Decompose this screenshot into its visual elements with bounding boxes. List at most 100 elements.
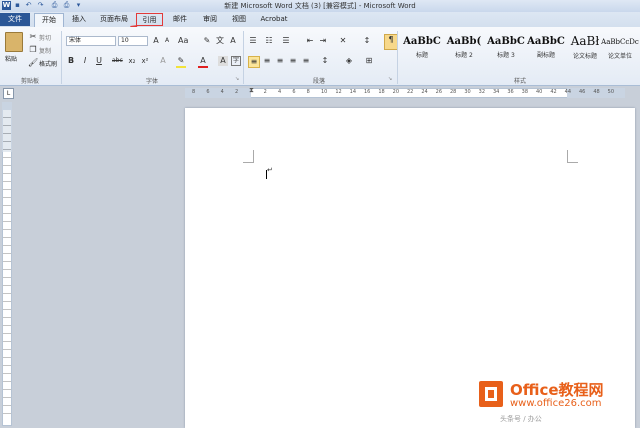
- multilevel-list-icon[interactable]: ☰: [281, 36, 291, 46]
- ruler-tick-label: 6: [292, 89, 296, 95]
- title-bar: 新建 Microsoft Word 文档 (3) [兼容模式] - Micros…: [0, 0, 640, 12]
- ruler-tick-label: 6: [206, 89, 210, 95]
- ruler-tick-label: 4: [220, 89, 224, 95]
- window-title: 新建 Microsoft Word 文档 (3) [兼容模式] - Micros…: [224, 2, 416, 10]
- tab-selector-icon[interactable]: L: [3, 88, 14, 99]
- tab-acrobat[interactable]: Acrobat: [256, 13, 292, 26]
- print-preview-icon[interactable]: ⎙: [50, 1, 59, 10]
- crop-mark-top-left: [243, 150, 254, 163]
- char-border-icon[interactable]: A: [228, 36, 238, 46]
- distributed-icon[interactable]: ≡: [301, 56, 311, 66]
- highlight-icon[interactable]: ✎: [176, 56, 186, 68]
- superscript-button[interactable]: x²: [140, 56, 150, 66]
- ruler-tick-label: 48: [593, 89, 600, 95]
- ruler-tick-label: 50: [607, 89, 615, 95]
- tab-home[interactable]: 开始: [34, 13, 64, 27]
- watermark-caption: 头条号 / 办公: [500, 415, 542, 423]
- save-icon[interactable]: ▪: [13, 1, 22, 10]
- style-item[interactable]: AaBbC 标题: [400, 32, 444, 62]
- align-right-icon[interactable]: ≡: [275, 56, 285, 66]
- ruler-tick-label: 42: [550, 89, 557, 95]
- tab-review[interactable]: 审阅: [197, 13, 223, 26]
- font-color-icon[interactable]: A: [198, 56, 208, 68]
- font-name-combo[interactable]: 宋体: [66, 36, 116, 46]
- tab-file[interactable]: 文件: [0, 13, 30, 26]
- ruler-tick-label: 30: [464, 89, 471, 95]
- line-spacing-icon[interactable]: ↕: [320, 56, 330, 66]
- clear-format-icon[interactable]: ✎: [202, 36, 212, 46]
- ruler-tick-label: 4: [278, 89, 282, 95]
- shading-icon[interactable]: ◈: [344, 56, 354, 66]
- cut-button[interactable]: 剪切: [39, 33, 51, 42]
- redo-icon[interactable]: ↷: [36, 1, 45, 10]
- borders-icon[interactable]: ⊞: [364, 56, 374, 66]
- font-size-combo[interactable]: 10: [118, 36, 148, 46]
- show-marks-icon[interactable]: ¶: [384, 34, 398, 50]
- style-item[interactable]: AaBbC 副标题: [524, 32, 568, 62]
- ruler-tick-label: 36: [507, 89, 514, 95]
- copy-button[interactable]: 复制: [39, 46, 51, 55]
- clipboard-group-label: 剪贴板: [20, 78, 39, 85]
- ruler-tick-label: 26: [435, 89, 443, 95]
- ruler-tick-label: 20: [392, 89, 400, 95]
- ruler-tick-label: 32: [478, 89, 486, 95]
- enclose-char-icon[interactable]: 字: [231, 56, 241, 66]
- font-group-label: 字体: [145, 78, 158, 85]
- ruler-tick-label: 44: [564, 89, 572, 95]
- strikethrough-button[interactable]: abc: [112, 56, 123, 66]
- ruler-tick-label: 24: [421, 89, 428, 95]
- tab-mailings[interactable]: 邮件: [167, 13, 193, 26]
- customize-icon[interactable]: ▾: [74, 1, 83, 10]
- grow-font-icon[interactable]: A: [151, 36, 161, 46]
- text-cursor: [266, 170, 267, 179]
- paste-icon[interactable]: [5, 32, 23, 52]
- justify-icon[interactable]: ≡: [288, 56, 298, 66]
- shrink-font-icon[interactable]: A: [162, 36, 172, 46]
- align-left-icon[interactable]: ≡: [248, 56, 260, 68]
- ruler-tick-label: 22: [407, 89, 414, 95]
- change-case-icon[interactable]: Aa: [178, 36, 188, 46]
- text-effects-icon[interactable]: A: [158, 56, 168, 66]
- increase-indent-icon[interactable]: ⇥: [318, 36, 328, 46]
- style-item[interactable]: AaBb( 标题 2: [442, 32, 486, 62]
- style-item[interactable]: AaBbC 标题 3: [484, 32, 528, 62]
- format-painter-button[interactable]: 格式刷: [39, 59, 57, 68]
- subscript-button[interactable]: x₂: [127, 56, 137, 66]
- styles-group-label: 样式: [513, 78, 526, 85]
- print-icon[interactable]: ⎙: [62, 1, 71, 10]
- bullets-icon[interactable]: ☰: [248, 36, 258, 46]
- format-painter-icon[interactable]: 🖌: [28, 58, 38, 68]
- bold-button[interactable]: B: [66, 56, 76, 66]
- style-sample: AaBbC: [403, 36, 441, 47]
- italic-button[interactable]: I: [80, 56, 90, 66]
- phonetic-icon[interactable]: 文: [215, 36, 225, 46]
- align-center-icon[interactable]: ≡: [262, 56, 272, 66]
- sort-icon[interactable]: ↕: [362, 36, 372, 46]
- style-name: 标题: [415, 52, 428, 59]
- decrease-indent-icon[interactable]: ⇤: [305, 36, 315, 46]
- undo-icon[interactable]: ↶: [24, 1, 33, 10]
- char-shading-icon[interactable]: A: [218, 56, 228, 66]
- word-icon[interactable]: W: [2, 1, 11, 10]
- watermark-title: Office教程网: [510, 381, 604, 399]
- group-divider: [397, 31, 398, 84]
- ruler-tick-label: 18: [378, 89, 385, 95]
- style-sample: AaBbCcDc: [601, 38, 639, 46]
- underline-button[interactable]: U: [94, 56, 104, 66]
- ruler-tick-label: 16: [364, 89, 371, 95]
- paragraph-dialog-launcher-icon[interactable]: ↘: [388, 76, 392, 82]
- style-item[interactable]: AaBbCcDc 论文单位: [600, 32, 640, 62]
- ruler-tick-label: 8: [192, 89, 196, 95]
- chinese-layout-icon[interactable]: ✕: [338, 36, 348, 46]
- cut-icon[interactable]: ✂: [28, 32, 38, 42]
- ruler-tick-label: 14: [349, 89, 357, 95]
- copy-icon[interactable]: ❐: [28, 45, 38, 55]
- paste-button[interactable]: 粘贴: [5, 54, 17, 63]
- tab-insert[interactable]: 插入: [66, 13, 92, 26]
- ruler-tick-label: 38: [521, 89, 529, 95]
- tab-view[interactable]: 视图: [227, 13, 251, 26]
- crop-mark-top-right: [567, 150, 578, 163]
- numbering-icon[interactable]: ☷: [264, 36, 274, 46]
- font-dialog-launcher-icon[interactable]: ↘: [235, 76, 239, 82]
- paragraph-group-label: 段落: [312, 78, 325, 85]
